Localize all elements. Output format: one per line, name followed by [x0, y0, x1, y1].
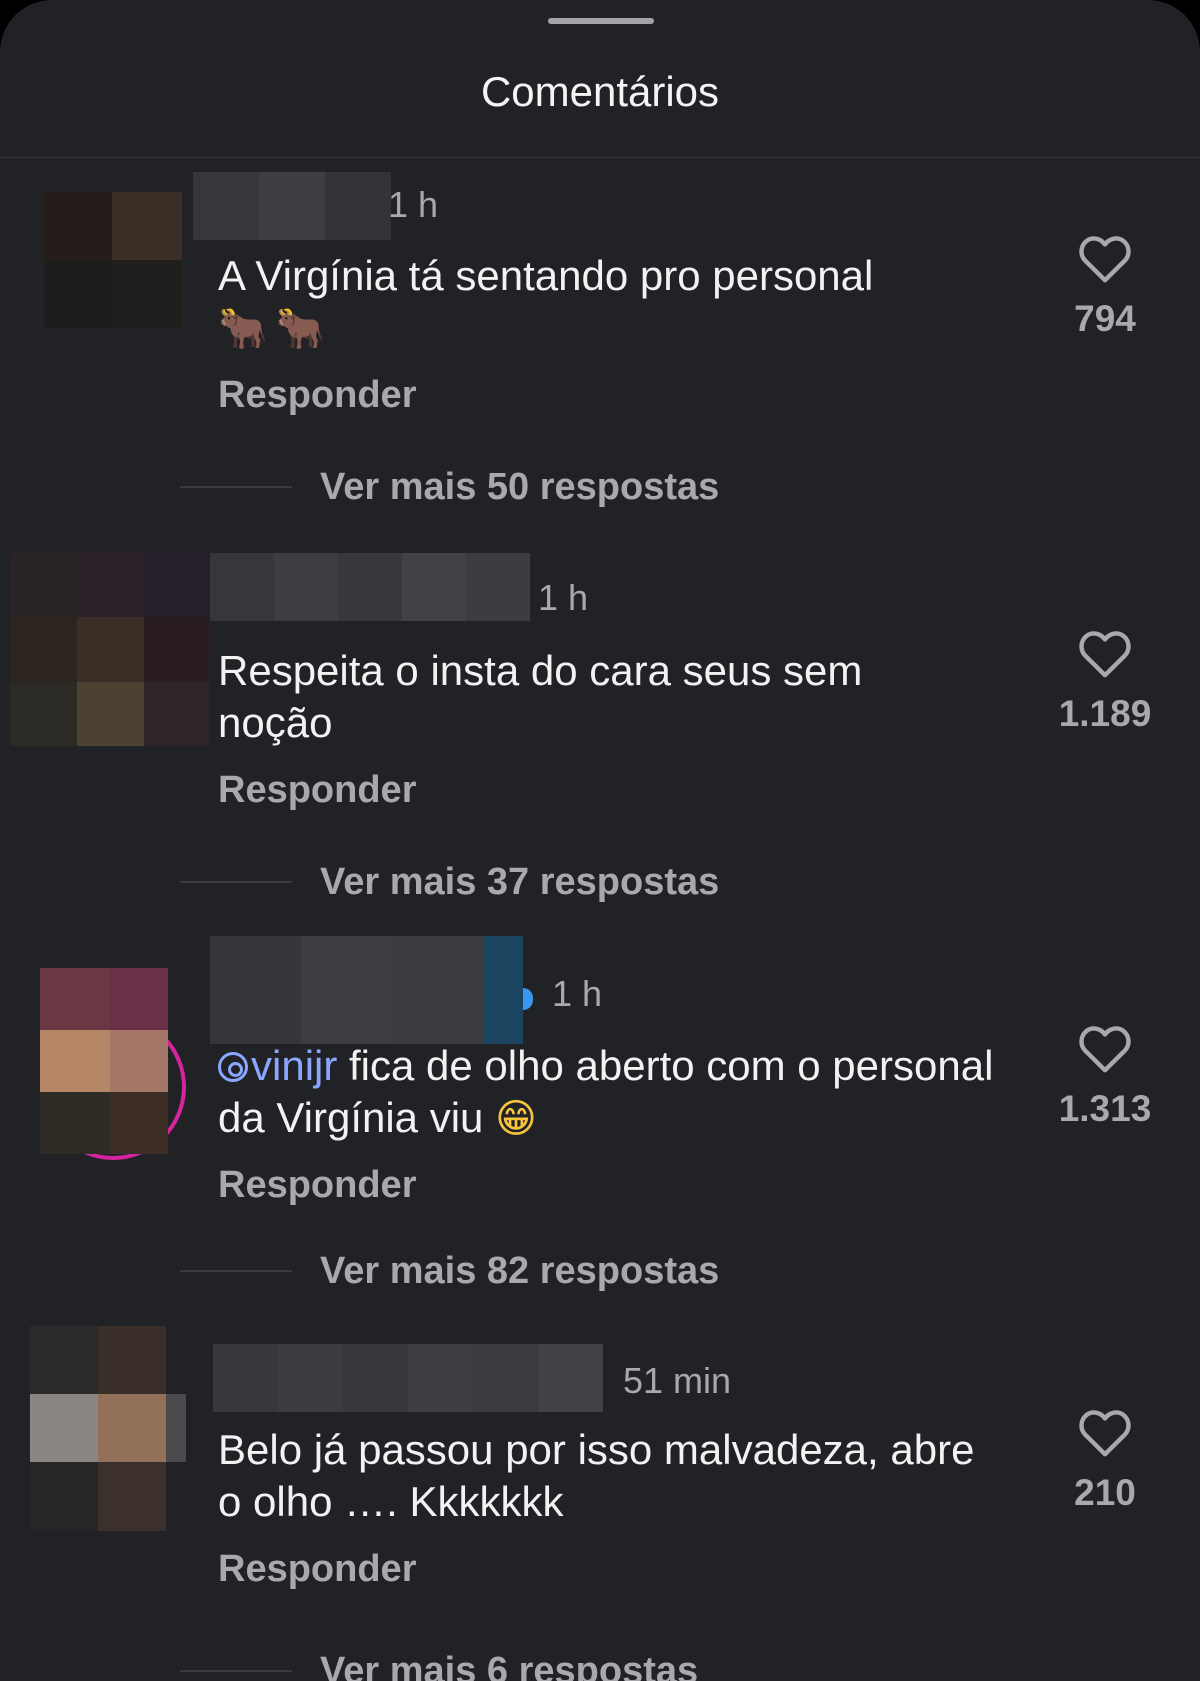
like-count: 210 [1074, 1472, 1136, 1513]
avatar-blur [30, 1326, 186, 1531]
heart-icon [1079, 1410, 1131, 1457]
like-count: 794 [1074, 298, 1136, 339]
sheet-title: Comentários [480, 68, 720, 115]
reply-button[interactable]: Responder [218, 372, 416, 418]
ox-emoji: 🐂🐂 [218, 306, 334, 352]
comment-item: 1 h A Virgínia tá sentando pro personal … [0, 158, 1200, 553]
comment-item: 1 h vinijr fica de olho aberto com o per… [0, 936, 1200, 1331]
avatar-blur [10, 553, 210, 746]
reply-button[interactable]: Responder [218, 1162, 416, 1208]
username-blurred[interactable] [193, 172, 391, 240]
comment-time: 1 h [538, 577, 589, 618]
like-button[interactable]: 210 [1060, 1406, 1150, 1516]
comment-text: vinijr fica de olho aberto com o persona… [218, 1042, 994, 1142]
heart-icon [1079, 236, 1131, 283]
reply-button[interactable]: Responder [218, 1546, 416, 1592]
username-blurred[interactable] [210, 936, 523, 1044]
mention-link[interactable]: vinijr [218, 1042, 337, 1089]
replies-line [180, 1670, 292, 1672]
comment-time: 1 h [552, 973, 603, 1014]
avatar[interactable] [40, 952, 190, 1160]
heart-icon [1079, 631, 1131, 678]
avatar-blur [40, 968, 168, 1154]
comment-item: 1 h Respeita o insta do cara seus sem no… [0, 553, 1200, 948]
view-more-replies[interactable]: Ver mais 50 respostas [180, 464, 719, 510]
replies-line [180, 1270, 292, 1272]
username-blurred[interactable] [213, 1344, 603, 1412]
view-more-replies[interactable]: Ver mais 6 respostas [180, 1648, 698, 1681]
view-more-replies[interactable]: Ver mais 82 respostas [180, 1248, 719, 1294]
comment-text: A Virgínia tá sentando pro personal 🐂🐂 [218, 252, 874, 352]
verified-badge-icon [523, 988, 533, 1010]
username-blurred[interactable] [210, 553, 530, 621]
comment-text: Belo já passou por isso malvadeza, abre … [218, 1426, 975, 1525]
like-button[interactable]: 1.313 [1059, 1022, 1151, 1132]
avatar-blur [44, 192, 182, 328]
replies-line [180, 486, 292, 488]
avatar[interactable] [44, 192, 182, 328]
like-count: 1.313 [1058, 1088, 1152, 1129]
view-more-replies[interactable]: Ver mais 37 respostas [180, 859, 719, 905]
comments-sheet: Comentários 1 h A Virgínia tá sentando p… [0, 0, 1200, 1681]
comment-item: 51 min Belo já passou por isso malvadeza… [0, 1326, 1200, 1681]
avatar[interactable] [10, 553, 210, 746]
like-button[interactable]: 1.189 [1059, 627, 1151, 737]
grin-emoji: 😁 [495, 1096, 537, 1142]
threads-icon [218, 1052, 248, 1082]
avatar[interactable] [30, 1326, 190, 1531]
replies-line [180, 881, 292, 883]
comment-time: 51 min [623, 1360, 732, 1401]
like-count: 1.189 [1058, 693, 1152, 734]
drag-handle[interactable] [548, 18, 654, 24]
comment-text: Respeita o insta do cara seus sem noção [218, 647, 863, 746]
like-button[interactable]: 794 [1060, 232, 1150, 342]
comment-time: 1 h [388, 184, 439, 225]
heart-icon [1079, 1026, 1131, 1073]
reply-button[interactable]: Responder [218, 767, 416, 813]
